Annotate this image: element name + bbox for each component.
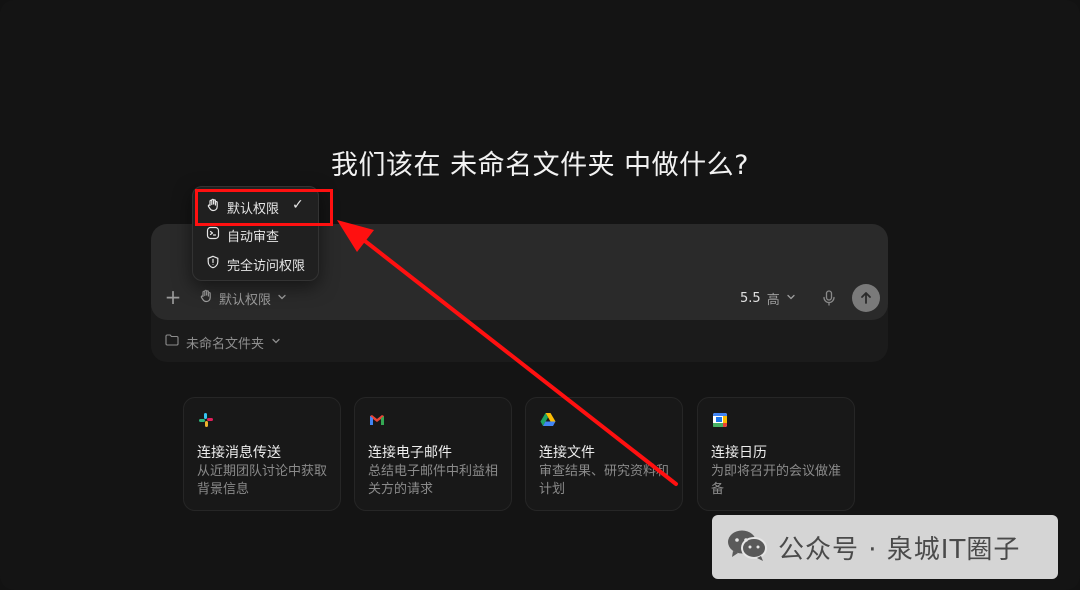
permission-dropdown-button[interactable]: 默认权限 bbox=[199, 288, 287, 308]
watermark-text: 公众号 · 泉城IT圈子 bbox=[778, 534, 1021, 565]
gmail-icon bbox=[368, 411, 386, 429]
wechat-icon bbox=[726, 528, 768, 566]
add-attachment-button[interactable]: + bbox=[163, 287, 183, 307]
hand-icon bbox=[199, 289, 213, 307]
menu-item-label: 完全访问权限 bbox=[227, 258, 306, 274]
google-drive-icon bbox=[539, 411, 557, 429]
card-description: 总结电子邮件中利益相关方的请求 bbox=[368, 464, 499, 497]
connect-email-card[interactable]: 连接电子邮件 总结电子邮件中利益相关方的请求 bbox=[354, 397, 512, 511]
permission-label: 默认权限 bbox=[219, 292, 272, 308]
page-title: 我们该在 未命名文件夹 中做什么? bbox=[331, 150, 749, 181]
annotation-highlight-box bbox=[195, 189, 333, 226]
chevron-down-icon bbox=[786, 291, 796, 306]
folder-label: 未命名文件夹 bbox=[186, 336, 265, 352]
menu-item-auto-review[interactable]: 自动审查 bbox=[206, 225, 279, 245]
folder-icon bbox=[165, 334, 179, 350]
model-selector-button[interactable]: 5.5 高 bbox=[740, 288, 796, 308]
google-calendar-icon bbox=[711, 411, 729, 429]
microphone-icon bbox=[823, 290, 835, 306]
arrow-up-icon bbox=[861, 292, 871, 304]
connect-calendar-card[interactable]: 连接日历 为即将召开的会议做准备 bbox=[697, 397, 855, 511]
model-version: 5.5 bbox=[740, 290, 761, 306]
send-button[interactable] bbox=[852, 284, 880, 312]
card-title: 连接日历 bbox=[711, 445, 767, 461]
slack-icon bbox=[197, 411, 215, 429]
microphone-button[interactable] bbox=[820, 288, 838, 308]
terminal-icon bbox=[206, 226, 220, 244]
folder-selector-button[interactable]: 未命名文件夹 bbox=[165, 333, 281, 352]
connect-files-card[interactable]: 连接文件 审查结果、研究资料和计划 bbox=[525, 397, 683, 511]
card-description: 从近期团队讨论中获取背景信息 bbox=[197, 464, 328, 497]
card-title: 连接电子邮件 bbox=[368, 445, 452, 461]
watermark: 公众号 · 泉城IT圈子 bbox=[712, 515, 1058, 579]
menu-item-full-access[interactable]: 完全访问权限 bbox=[206, 254, 305, 274]
card-title: 连接文件 bbox=[539, 445, 595, 461]
card-title: 连接消息传送 bbox=[197, 445, 281, 461]
alert-circle-icon bbox=[206, 255, 220, 273]
app-window: 我们该在 未命名文件夹 中做什么? + 默认权限 5.5 高 未命名文件夹 默认… bbox=[0, 0, 1080, 590]
card-description: 审查结果、研究资料和计划 bbox=[539, 464, 670, 497]
menu-item-label: 自动审查 bbox=[227, 229, 280, 245]
chevron-down-icon bbox=[277, 291, 287, 306]
model-level: 高 bbox=[766, 292, 780, 308]
connect-messaging-card[interactable]: 连接消息传送 从近期团队讨论中获取背景信息 bbox=[183, 397, 341, 511]
card-description: 为即将召开的会议做准备 bbox=[711, 464, 842, 497]
chevron-down-icon bbox=[271, 335, 281, 350]
